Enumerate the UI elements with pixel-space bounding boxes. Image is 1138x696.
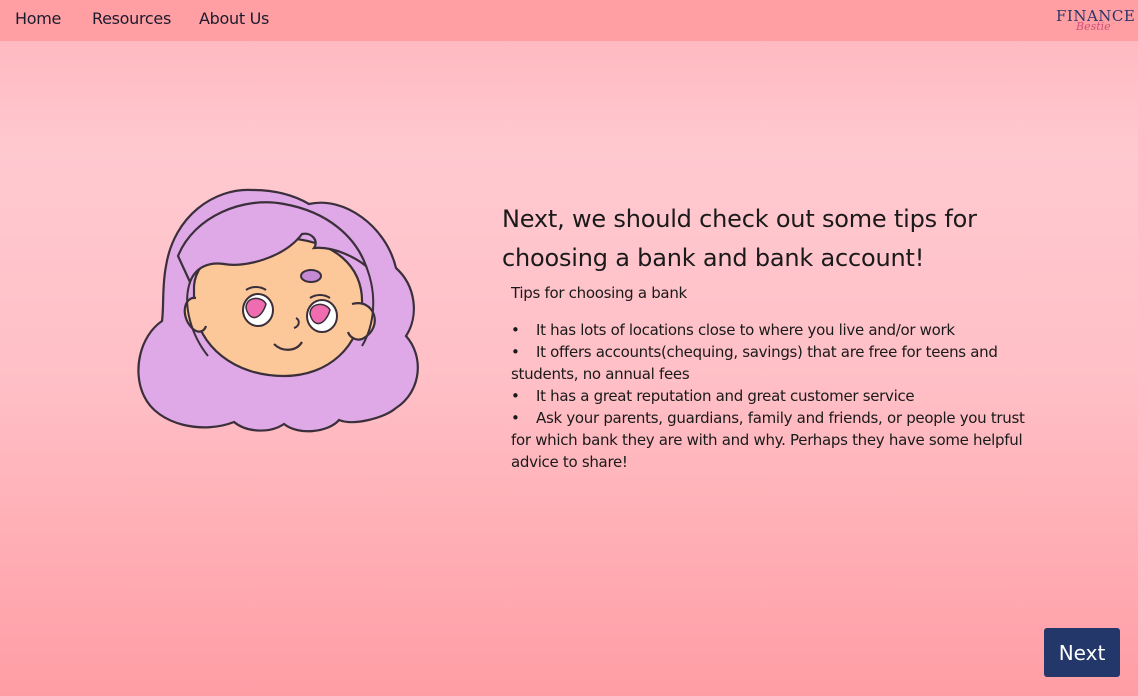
nav-resources-link[interactable]: Resources — [92, 9, 171, 28]
girl-face-icon — [137, 188, 419, 433]
logo-sub-text: Bestie — [1076, 20, 1111, 33]
tip-item: • It has lots of locations close to where… — [511, 319, 1031, 341]
bullet-icon: • — [511, 321, 520, 339]
tip-text: It has a great reputation and great cust… — [536, 387, 915, 405]
tip-text: It offers accounts(chequing, savings) th… — [511, 343, 998, 383]
tip-text: It has lots of locations close to where … — [536, 321, 955, 339]
tip-text: Ask your parents, guardians, family and … — [511, 409, 1025, 471]
page-heading: Next, we should check out some tips for … — [502, 205, 977, 272]
bullet-icon: • — [511, 387, 520, 405]
main-content: Next, we should check out some tips for … — [502, 200, 1042, 473]
next-button[interactable]: Next — [1044, 628, 1120, 677]
finance-bestie-logo[interactable]: FINANCE Bestie — [1054, 7, 1135, 35]
nav-home-link[interactable]: Home — [15, 9, 61, 28]
bullet-icon: • — [511, 409, 520, 427]
top-navbar: Home Resources About Us FINANCE Bestie — [0, 0, 1138, 41]
nav-about-link[interactable]: About Us — [199, 9, 269, 28]
bullet-icon: • — [511, 343, 520, 361]
tip-item: • Ask your parents, guardians, family and… — [511, 407, 1031, 473]
tip-item: • It has a great reputation and great cus… — [511, 385, 1031, 407]
tips-subtitle: Tips for choosing a bank — [511, 284, 687, 302]
tips-list: • It has lots of locations close to where… — [511, 319, 1031, 473]
girl-avatar-illustration — [134, 186, 424, 436]
tip-item: • It offers accounts(chequing, savings) t… — [511, 341, 1031, 385]
